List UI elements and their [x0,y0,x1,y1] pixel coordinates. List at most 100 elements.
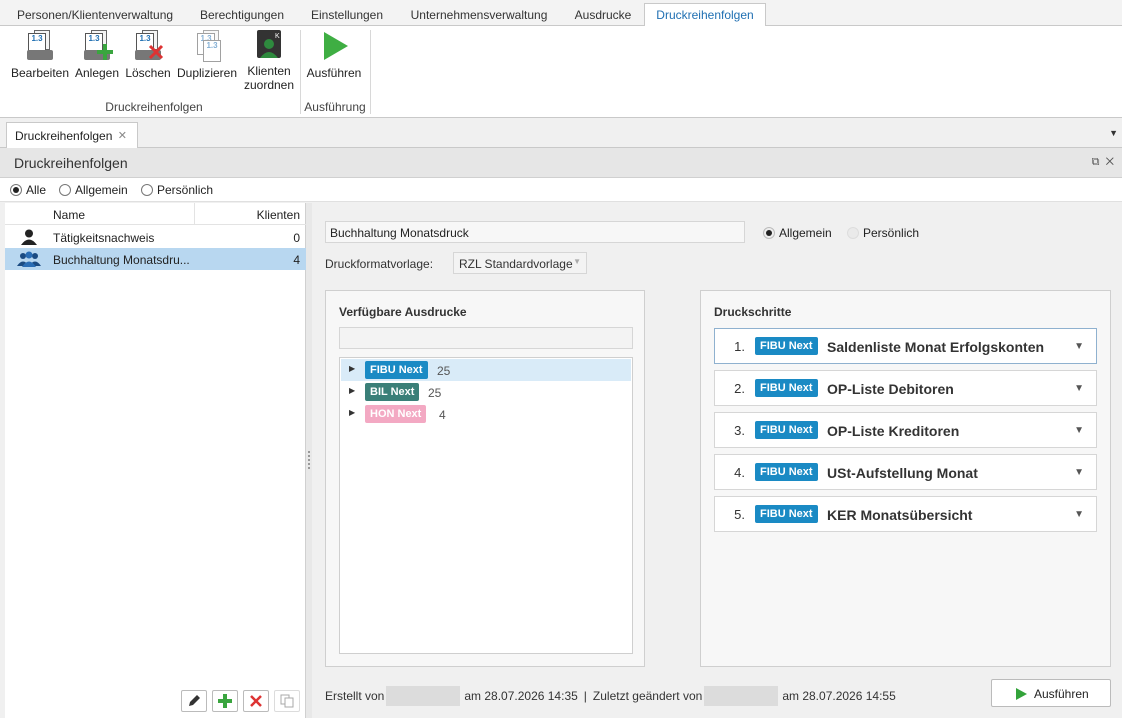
duplicate-button[interactable]: 1.3 1.3 Duplizieren [175,30,239,80]
filter-row: Alle Allgemein Persönlich [0,178,1122,202]
tab-unternehmensverwaltung[interactable]: Unternehmensverwaltung [398,4,560,26]
print-steps-panel: Druckschritte 1. FIBU Next Saldenliste M… [700,290,1111,667]
filter-radio-all[interactable]: Alle [10,183,46,197]
product-badge: FIBU Next [755,505,818,523]
tab-druckreihenfolgen[interactable]: Druckreihenfolgen [644,3,766,27]
product-badge: FIBU Next [755,421,818,439]
print-step[interactable]: 1. FIBU Next Saldenliste Monat Erfolgsko… [714,328,1097,364]
close-icon[interactable]: ✕ [118,129,127,142]
step-title: Saldenliste Monat Erfolgskonten [827,339,1045,355]
chevron-down-icon[interactable]: ▼ [1074,341,1084,352]
tree-node[interactable]: ▶ FIBU Next 25 [341,359,631,381]
list-item-name: Tätigkeitsnachweis [53,231,155,245]
product-badge: BIL Next [365,383,420,401]
panel-title: Druckreihenfolgen [14,155,128,171]
sequence-name-input[interactable]: Buchhaltung Monatsdruck [325,221,745,243]
available-search-input[interactable] [339,327,633,349]
available-prints-tree: ▶ FIBU Next 25 ▶ BIL Next 25 ▶ HON Next … [339,357,633,654]
pencil-icon [189,695,200,706]
scope-personal-label: Persönlich [863,226,920,240]
popout-icon[interactable]: ⧉ [1092,156,1100,168]
filter-personal-label: Persönlich [157,183,214,197]
tree-node[interactable]: ▶ BIL Next 25 [341,381,631,403]
expand-arrow-icon[interactable]: ▶ [349,408,355,417]
tab-einstellungen[interactable]: Einstellungen [300,4,394,26]
filter-radio-general[interactable]: Allgemein [59,183,128,197]
scope-radio-general[interactable]: Allgemein [763,226,832,240]
chevron-down-icon[interactable]: ▼ [1074,467,1084,478]
filter-general-label: Allgemein [75,183,128,197]
list-header: Name Klienten [5,203,306,225]
step-number: 3. [734,423,745,438]
run-ribbon-label: Ausführen [306,66,362,80]
create-button[interactable]: 1.3 Anlegen [74,30,120,80]
edit-small-button[interactable] [181,690,207,712]
column-divider[interactable] [194,203,195,225]
step-title: OP-Liste Debitoren [827,381,954,397]
run-ribbon-button[interactable]: Ausführen [303,30,365,80]
add-small-button[interactable] [212,690,238,712]
duplicate-small-button[interactable] [274,690,300,712]
column-header-clients[interactable]: Klienten [257,208,300,222]
radio-icon [847,227,859,239]
changed-at: am 28.07.2026 14:55 [782,689,896,703]
splitter-grip-icon [308,451,310,469]
run-button[interactable]: Ausführen [991,679,1111,707]
tab-berechtigungen[interactable]: Berechtigungen [188,4,296,26]
panel-controls: ⧉ ✕ [1092,156,1114,169]
print-step[interactable]: 4. FIBU Next USt-Aufstellung Monat ▼ [714,454,1097,490]
ribbon-tab-bar: Personen/Klientenverwaltung Berechtigung… [0,0,1122,27]
chevron-down-icon[interactable]: ▼ [1074,425,1084,436]
print-step[interactable]: 3. FIBU Next OP-Liste Kreditoren ▼ [714,412,1097,448]
close-icon[interactable]: ✕ [1106,156,1114,168]
assign-clients-button[interactable]: K Klienten zuordnen [240,30,298,92]
tab-personen-klientenverwaltung[interactable]: Personen/Klientenverwaltung [6,4,184,26]
sequence-detail: Buchhaltung Monatsdruck Allgemein Persön… [312,203,1122,718]
document-tab-druckreihenfolgen[interactable]: Druckreihenfolgen ✕ [6,122,138,148]
run-button-label: Ausführen [1034,687,1089,701]
sequence-list: Name Klienten Tätigkeitsnachweis 0 Buchh… [5,203,306,718]
chevron-down-icon[interactable]: ▼ [1074,383,1084,394]
duplicate-button-label: Duplizieren [176,66,238,80]
edit-button[interactable]: 1.3 Bearbeiten [9,30,71,80]
column-header-name[interactable]: Name [53,208,85,222]
tab-ausdrucke[interactable]: Ausdrucke [564,4,642,26]
template-select[interactable]: RZL Standardvorlage ▼ [453,252,587,274]
delete-button[interactable]: 1.3 Löschen [124,30,172,80]
step-title: KER Monatsübersicht [827,507,973,523]
chevron-down-icon: ▼ [573,257,581,266]
print-step[interactable]: 2. FIBU Next OP-Liste Debitoren ▼ [714,370,1097,406]
create-button-label: Anlegen [74,66,120,80]
users-icon [17,251,41,267]
step-title: OP-Liste Kreditoren [827,423,960,439]
list-item-name: Buchhaltung Monatsdru... [53,253,190,267]
scope-radio-personal[interactable]: Persönlich [847,226,919,240]
group-separator [370,30,371,114]
delete-small-button[interactable] [243,690,269,712]
list-item[interactable]: Tätigkeitsnachweis 0 [5,226,306,248]
tree-node-count: 4 [439,408,446,422]
filter-radio-personal[interactable]: Persönlich [141,183,213,197]
chevron-down-icon[interactable]: ▼ [1074,509,1084,520]
expand-arrow-icon[interactable]: ▶ [349,386,355,395]
list-item[interactable]: Buchhaltung Monatsdru... 4 [5,248,306,270]
template-label: Druckformatvorlage: [325,257,434,271]
list-item-clients: 0 [293,231,300,245]
step-number: 5. [734,507,745,522]
assign-clients-label-1: Klienten [247,64,291,78]
product-badge: FIBU Next [755,379,818,397]
duplicate-sequence-icon: 1.3 1.3 [191,30,223,62]
delete-x-icon [250,695,262,707]
tree-node[interactable]: ▶ HON Next 4 [341,403,631,425]
expand-arrow-icon[interactable]: ▶ [349,364,355,373]
print-step[interactable]: 5. FIBU Next KER Monatsübersicht ▼ [714,496,1097,532]
available-prints-panel: Verfügbare Ausdrucke ▶ FIBU Next 25 ▶ BI… [325,290,645,667]
filter-all-label: Alle [26,183,47,197]
available-prints-title: Verfügbare Ausdrucke [339,305,467,319]
user-icon [21,229,37,245]
tab-list-chevron-down-icon[interactable]: ▼ [1109,128,1118,138]
product-badge: FIBU Next [755,337,818,355]
radio-icon [59,184,71,196]
step-number: 2. [734,381,745,396]
created-at: am 28.07.2026 14:35 [464,689,578,703]
